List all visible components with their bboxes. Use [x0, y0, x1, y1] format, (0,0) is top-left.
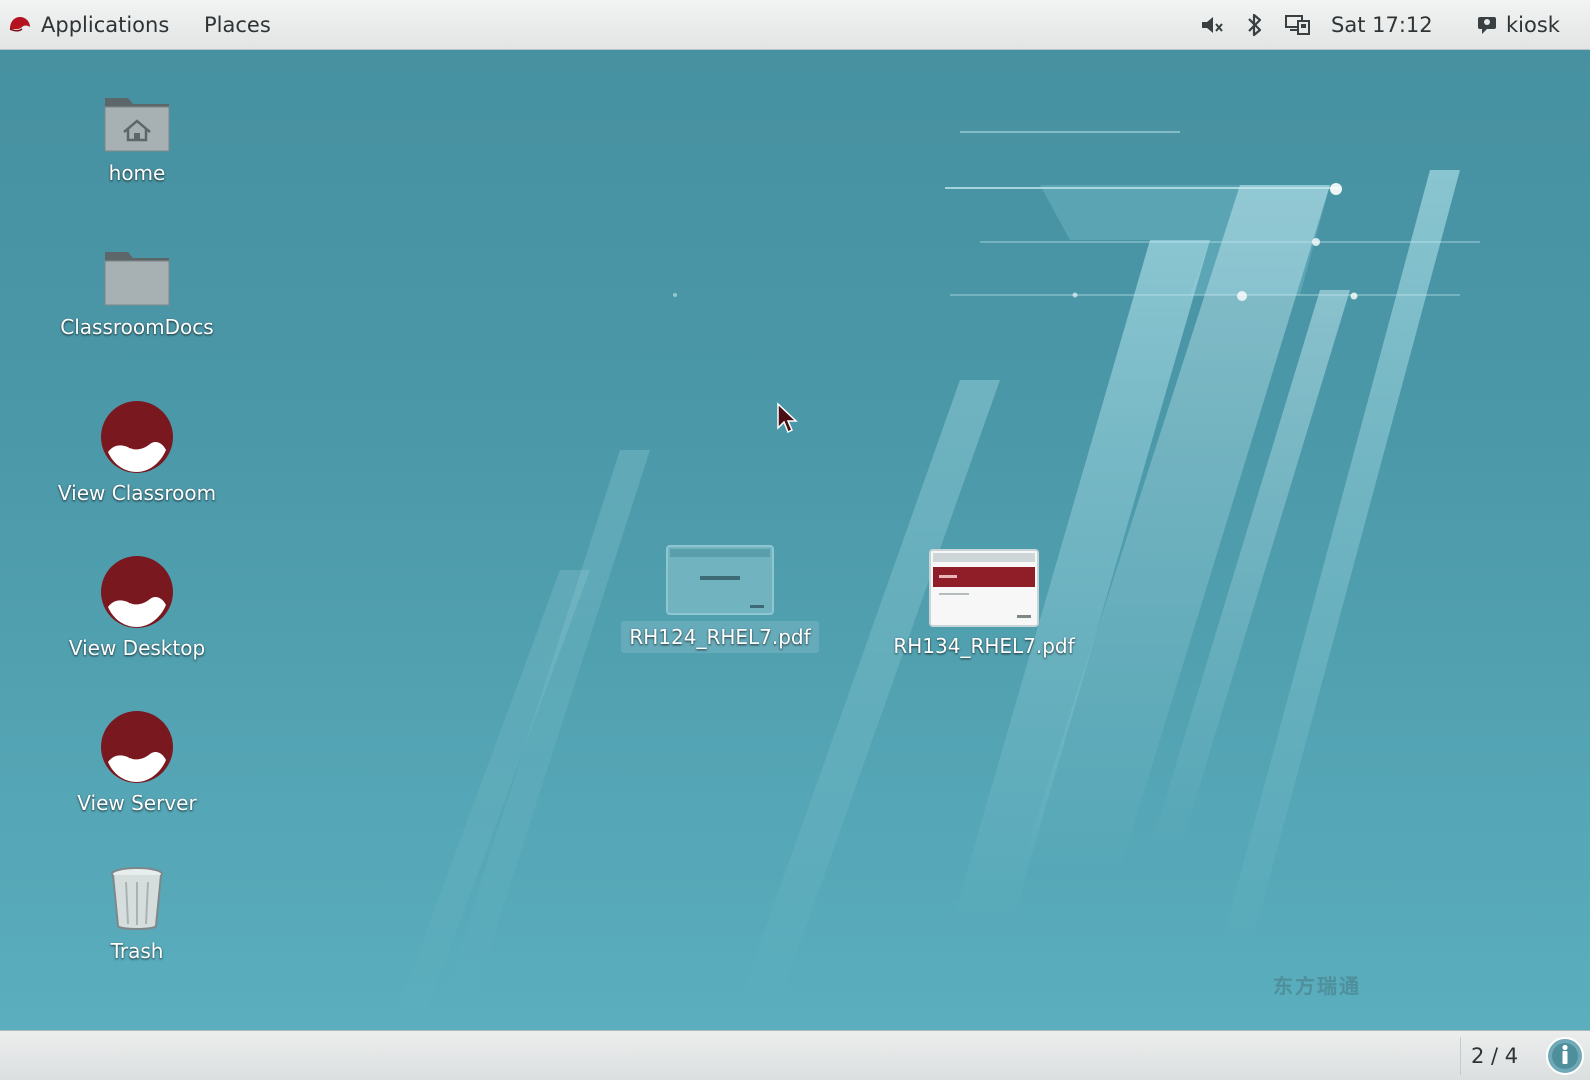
home-folder-icon [104, 98, 170, 152]
desktop-icon-view-classroom[interactable]: View Classroom [37, 400, 237, 506]
desktop-icon-view-desktop[interactable]: View Desktop [37, 555, 237, 661]
watermark: 东方瑞通 [1273, 974, 1361, 998]
folder-icon [104, 252, 170, 306]
desktop-file-label: RH134_RHEL7.pdf [893, 634, 1075, 658]
desktop-icon-label: Trash [110, 939, 164, 963]
redhat-logo-icon [9, 17, 30, 32]
pdf-thumbnail-icon [929, 549, 1039, 627]
desktop-icon-classroomdocs[interactable]: ClassroomDocs [37, 246, 237, 340]
notification-icon[interactable] [1545, 1036, 1585, 1076]
pdf-thumbnail-icon [666, 545, 774, 615]
volume-muted-icon[interactable] [1199, 0, 1225, 50]
bluetooth-icon[interactable] [1246, 0, 1264, 50]
workspace-switcher[interactable]: 2 / 4 [1460, 1037, 1528, 1075]
user-menu[interactable]: kiosk [1476, 0, 1560, 50]
desktop-icon-view-server[interactable]: View Server [37, 710, 237, 816]
desktop-file-rh134-pdf[interactable]: RH134_RHEL7.pdf [884, 549, 1084, 659]
desktop-icon-label: View Server [77, 791, 197, 815]
applications-menu[interactable]: Applications [8, 0, 169, 50]
redhat-icon [101, 711, 173, 783]
applications-label: Applications [41, 13, 170, 37]
user-switch-icon [1478, 17, 1496, 34]
workspace-label: 2 / 4 [1471, 1044, 1519, 1068]
clock[interactable]: Sat 17:12 [1331, 0, 1433, 50]
top-panel: Applications Places Sat 17:12 kiosk [0, 0, 1590, 50]
desktop-icon-label: View Classroom [57, 481, 217, 505]
mouse-pointer-icon [777, 402, 798, 434]
user-label: kiosk [1506, 13, 1560, 37]
places-menu[interactable]: Places [204, 0, 271, 50]
desktop-icon-home[interactable]: home [37, 92, 237, 186]
desktop-file-rh124-pdf[interactable]: RH124_RHEL7.pdf [620, 545, 820, 653]
wallpaper [390, 131, 1480, 1030]
desktop-file-label: RH124_RHEL7.pdf [621, 621, 819, 653]
bottom-panel: 2 / 4 [0, 1030, 1590, 1080]
network-icon[interactable] [1284, 0, 1312, 50]
desktop-icon-label: ClassroomDocs [60, 315, 214, 339]
clock-label: Sat 17:12 [1331, 13, 1433, 37]
desktop-icon-label: home [108, 161, 166, 185]
redhat-icon [101, 401, 173, 473]
desktop-screen: Applications Places Sat 17:12 kiosk home… [0, 0, 1590, 1080]
desktop-icon-label: View Desktop [68, 636, 206, 660]
places-label: Places [204, 13, 271, 37]
desktop-icon-trash[interactable]: Trash [37, 866, 237, 964]
redhat-icon [101, 556, 173, 628]
trash-icon [111, 867, 163, 930]
